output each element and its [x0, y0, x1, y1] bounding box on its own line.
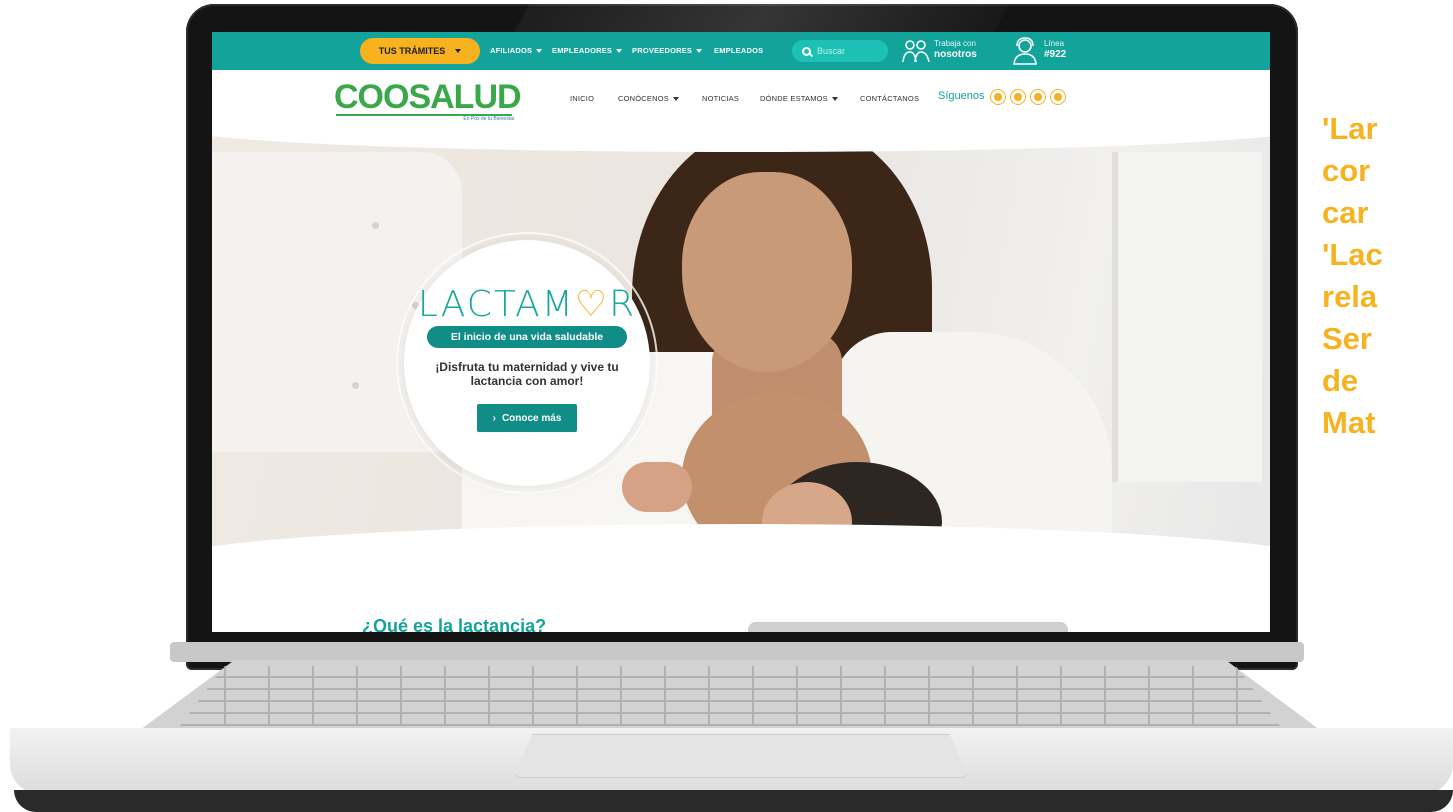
coosalud-logo[interactable]: COOSALUD En Pos de tu Bienestar: [334, 78, 522, 122]
chevron-down-icon: [831, 97, 838, 102]
search-icon: [802, 46, 811, 56]
laptop-screen: TUS TRÁMITES AFILIADOS EMPLEADORES PROVE…: [212, 32, 1270, 632]
section-title: ¿Qué es la lactancia?: [362, 616, 547, 632]
chevron-down-icon: [536, 49, 543, 54]
search-placeholder: Buscar: [817, 46, 846, 56]
stage: TUS TRÁMITES AFILIADOS EMPLEADORES PROVE…: [0, 0, 1453, 812]
menu-contactanos-label: CONTÁCTANOS: [860, 94, 920, 103]
nav-proveedores-label: PROVEEDORES: [632, 46, 693, 55]
chevron-down-icon: [696, 49, 703, 54]
youtube-icon[interactable]: [1030, 89, 1046, 105]
twitter-icon[interactable]: [1010, 89, 1026, 105]
keyboard-keys: [180, 666, 1280, 726]
menu-contactanos[interactable]: CONTÁCTANOS: [860, 94, 919, 103]
nav-afiliados-label: AFILIADOS: [490, 46, 533, 55]
nav-afiliados[interactable]: AFILIADOS: [490, 46, 543, 55]
menu-conocenos-label: CONÓCENOS: [618, 94, 669, 103]
search-input[interactable]: Buscar: [792, 40, 888, 62]
trabaja-big: nosotros: [934, 49, 977, 60]
side-caption: 'Lar cor car 'Lac rela Ser de Mat: [1322, 111, 1383, 440]
chevron-down-icon: [672, 97, 679, 102]
menu-noticias[interactable]: NOTICIAS: [702, 94, 739, 103]
wall-panel-image: [1112, 152, 1262, 482]
conoce-mas-label: Conoce más: [501, 412, 562, 424]
nav-empleados-label: EMPLEADOS: [714, 46, 764, 55]
laptop-trackpad: [514, 734, 968, 778]
linea-big: #922: [1044, 49, 1067, 60]
nav-empleadores-label: EMPLEADORES: [552, 46, 613, 55]
hero-top-curve: [212, 132, 1270, 152]
trabaja-small: Trabaja con: [934, 39, 976, 48]
mother-face: [682, 172, 852, 372]
linea-922-link[interactable]: Línea #922: [1044, 39, 1066, 61]
main-header: COOSALUD En Pos de tu Bienestar INICIO C…: [212, 70, 1270, 126]
trabaja-con-nosotros-link[interactable]: Trabaja con nosotros: [934, 39, 977, 61]
hero-banner: LACTAM♡R El inicio de una vida saludable…: [212, 132, 1270, 552]
nav-proveedores[interactable]: PROVEEDORES: [632, 46, 703, 55]
lactamor-logo: LACTAM♡R: [404, 284, 650, 325]
conoce-mas-button[interactable]: › Conoce más: [477, 404, 577, 432]
media-preview: [748, 622, 1068, 632]
menu-inicio-label: INICIO: [570, 94, 595, 103]
top-bar: TUS TRÁMITES AFILIADOS EMPLEADORES PROVE…: [212, 32, 1270, 70]
support-agent-icon: [1013, 37, 1037, 65]
siguenos-label: Síguenos: [938, 90, 985, 102]
people-icon: [902, 40, 930, 63]
linea-small: Línea: [1044, 39, 1065, 48]
tagline-pill: El inicio de una vida saludable: [427, 326, 627, 348]
tus-tramites-label: TUS TRÁMITES: [378, 46, 446, 56]
nav-empleadores[interactable]: EMPLEADORES: [552, 46, 623, 55]
chevron-down-icon: [455, 49, 462, 53]
menu-noticias-label: NOTICIAS: [702, 94, 740, 103]
hero-headline: ¡Disfruta tu maternidad y vive tu lactan…: [435, 360, 619, 388]
facebook-icon[interactable]: [990, 89, 1006, 105]
menu-donde-estamos-label: DÓNDE ESTAMOS: [760, 94, 828, 103]
baby-hand: [622, 462, 692, 512]
chevron-right-icon: ›: [492, 412, 496, 424]
menu-conocenos[interactable]: CONÓCENOS: [618, 94, 679, 103]
lactamor-badge: LACTAM♡R El inicio de una vida saludable…: [404, 240, 650, 486]
heart-icon: ♡: [574, 284, 610, 325]
menu-donde-estamos[interactable]: DÓNDE ESTAMOS: [760, 94, 838, 103]
menu-inicio[interactable]: INICIO: [570, 94, 594, 103]
nav-empleados[interactable]: EMPLEADOS: [714, 46, 763, 55]
logo-text: COOSALUD: [334, 78, 522, 116]
laptop-hinge: [170, 642, 1304, 662]
laptop-bottom-edge: [14, 790, 1453, 812]
tus-tramites-button[interactable]: TUS TRÁMITES: [360, 38, 480, 64]
lactamor-prefix: LACTAM: [417, 284, 575, 325]
instagram-icon[interactable]: [1050, 89, 1066, 105]
logo-tagline: En Pos de tu Bienestar: [463, 116, 515, 122]
chevron-down-icon: [616, 49, 623, 54]
lactamor-suffix: R: [609, 284, 637, 325]
